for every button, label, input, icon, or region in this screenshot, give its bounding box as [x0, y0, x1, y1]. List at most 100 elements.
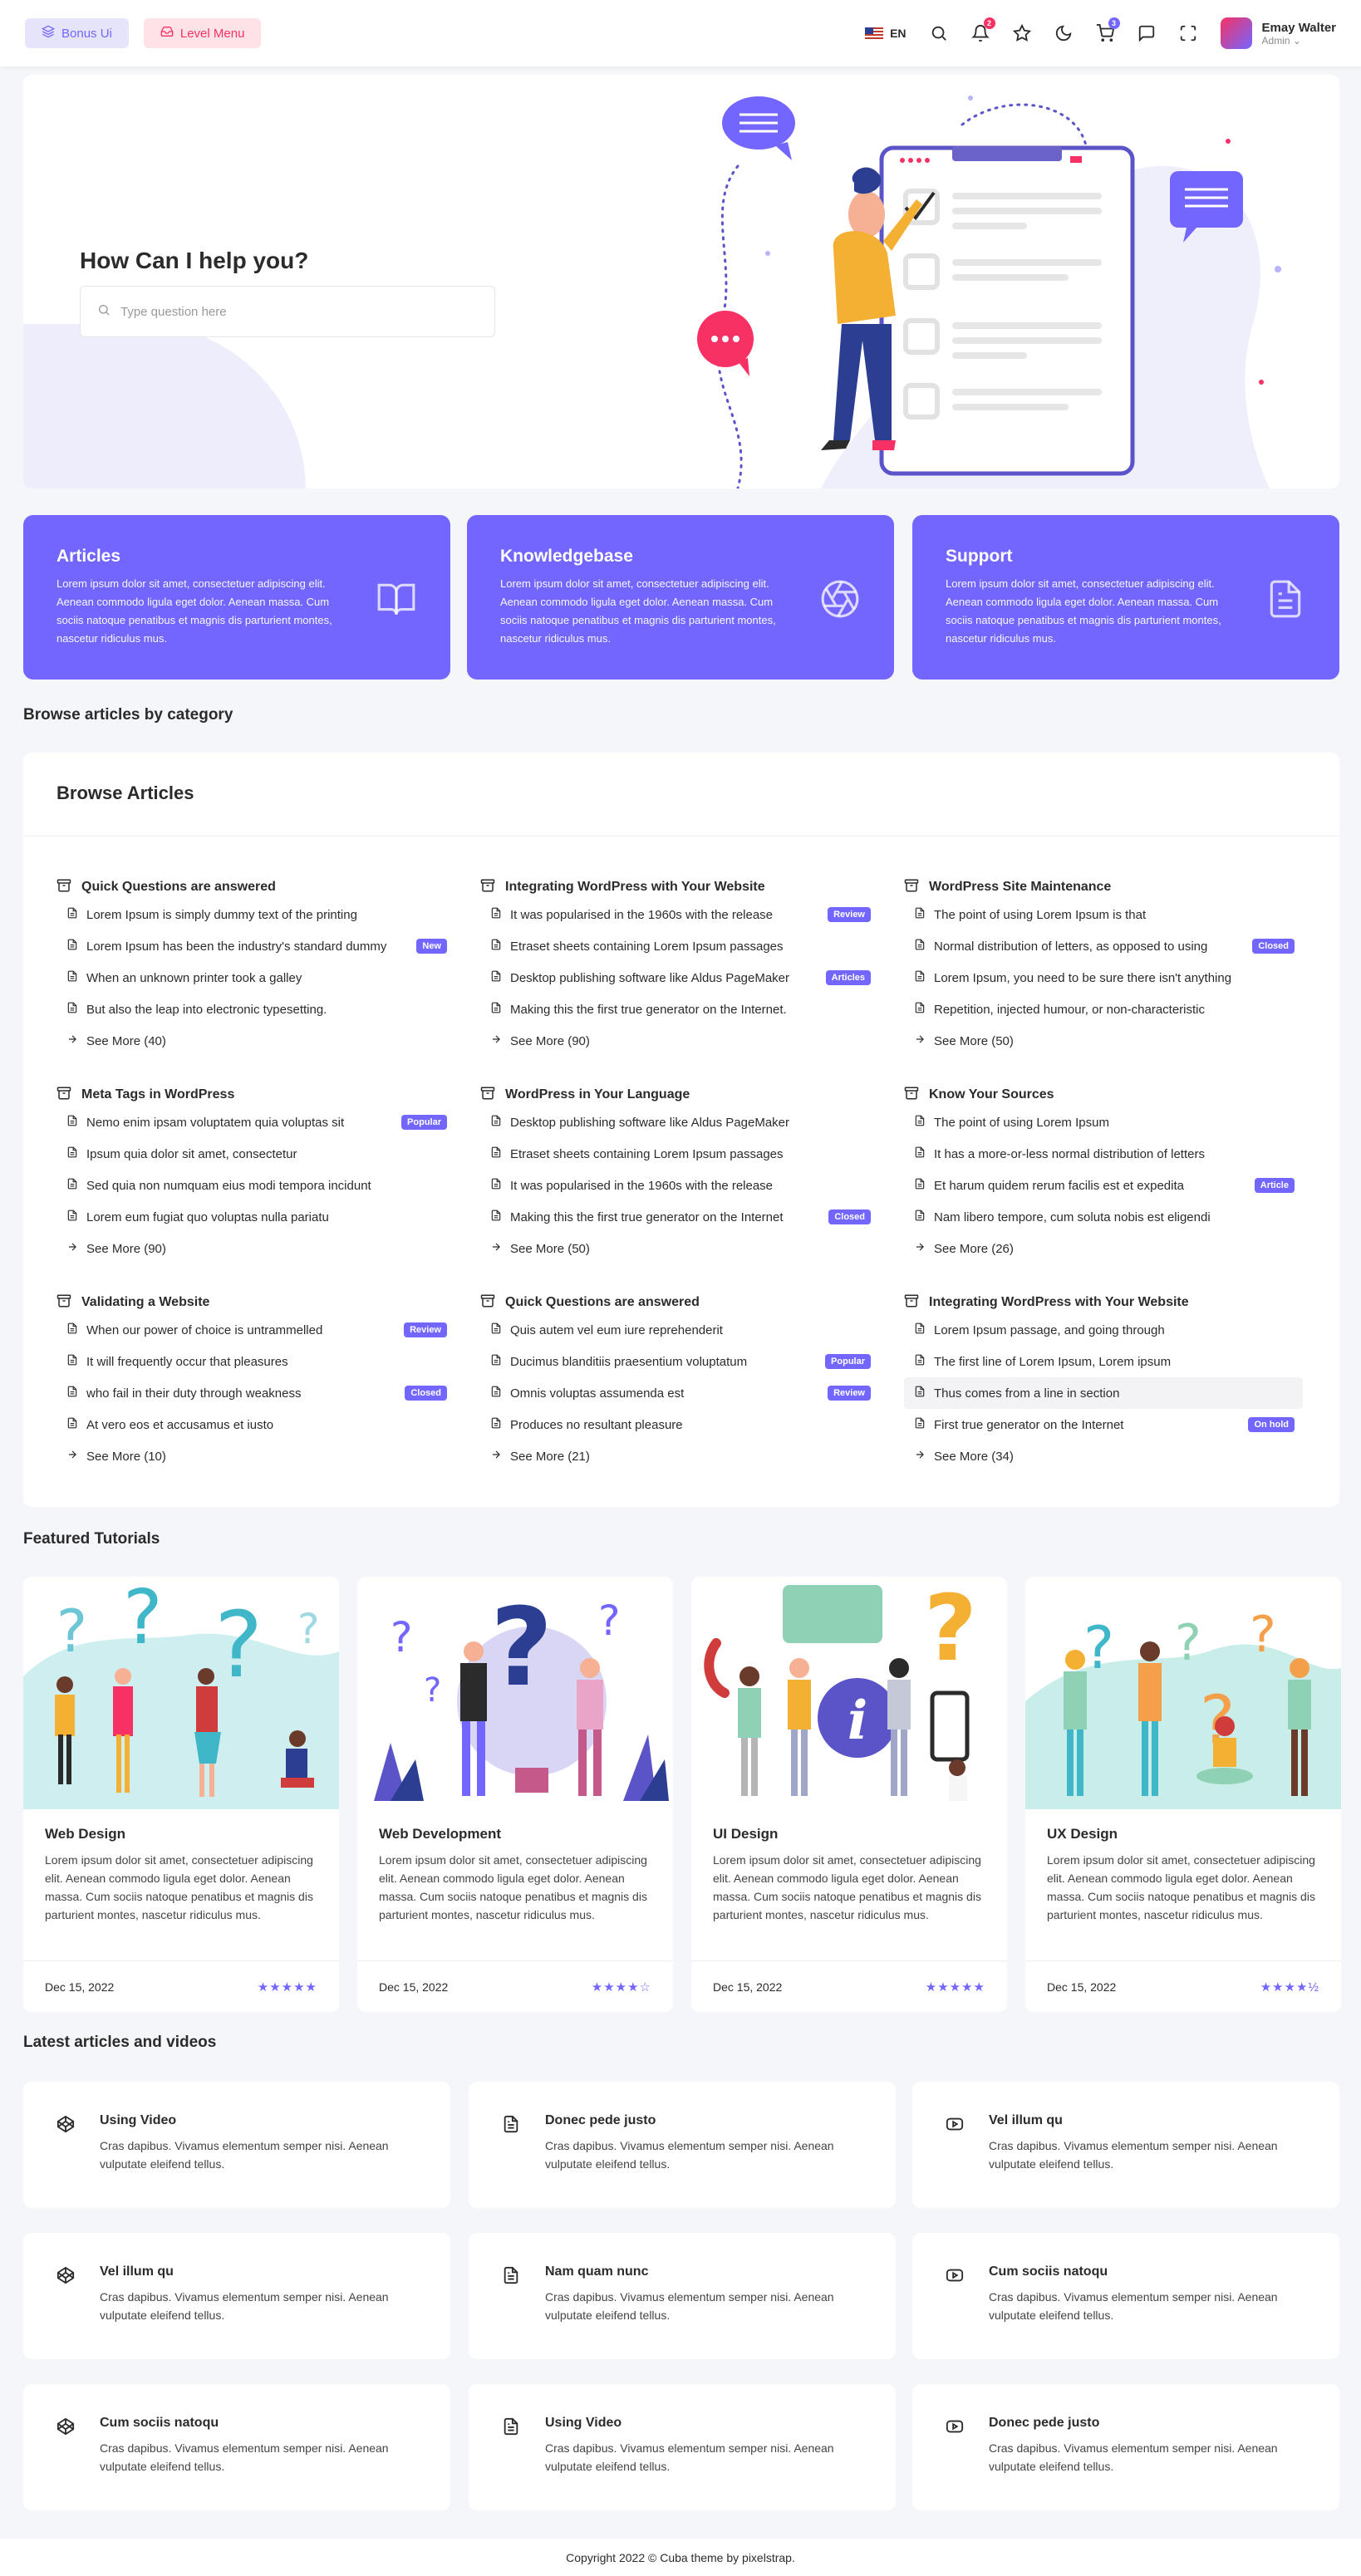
- article-link[interactable]: Lorem Ipsum passage, and going through: [904, 1314, 1303, 1346]
- question-search-input[interactable]: Type question here: [80, 286, 495, 337]
- article-link[interactable]: Ipsum quia dolor sit amet, consectetur: [57, 1138, 455, 1170]
- see-more-link[interactable]: See More (34): [904, 1440, 1303, 1472]
- article-link[interactable]: Lorem Ipsum has been the industry's stan…: [57, 930, 455, 962]
- see-more-link[interactable]: See More (90): [480, 1025, 879, 1057]
- category-title[interactable]: Integrating WordPress with Your Website: [480, 876, 879, 899]
- article-title: Normal distribution of letters, as oppos…: [934, 939, 1208, 954]
- file-icon: [914, 1322, 926, 1337]
- article-link[interactable]: Quis autem vel eum iure reprehenderit: [480, 1314, 879, 1346]
- article-link[interactable]: Ducimus blanditiis praesentium voluptatu…: [480, 1346, 879, 1377]
- archive-icon: [904, 878, 919, 897]
- article-title: Making this the first true generator on …: [510, 1002, 787, 1017]
- article-link[interactable]: But also the leap into electronic typese…: [57, 994, 455, 1025]
- see-more-link[interactable]: See More (21): [480, 1440, 879, 1472]
- category-title[interactable]: WordPress Site Maintenance: [904, 876, 1303, 899]
- category-title[interactable]: Meta Tags in WordPress: [57, 1083, 455, 1106]
- see-more-link[interactable]: See More (26): [904, 1233, 1303, 1264]
- latest-article-card[interactable]: Vel illum qu Cras dapibus. Vivamus elemen…: [912, 2082, 1339, 2208]
- star-icon[interactable]: [1012, 23, 1031, 42]
- article-link[interactable]: who fail in their duty through weakness C…: [57, 1377, 455, 1409]
- article-link[interactable]: Desktop publishing software like Aldus P…: [480, 1106, 879, 1138]
- fullscreen-icon[interactable]: [1179, 24, 1197, 42]
- bell-icon[interactable]: 2: [970, 17, 995, 42]
- see-more-link[interactable]: See More (10): [57, 1440, 455, 1472]
- see-more-link[interactable]: See More (90): [57, 1233, 455, 1264]
- article-link[interactable]: When an unknown printer took a galley: [57, 962, 455, 994]
- article-link[interactable]: Et harum quidem rerum facilis est et exp…: [904, 1170, 1303, 1201]
- arrow-right-icon: [490, 1449, 502, 1464]
- file-icon: [914, 1417, 926, 1432]
- article-link[interactable]: Thus comes from a line in section: [904, 1377, 1303, 1409]
- see-more-link[interactable]: See More (50): [904, 1025, 1303, 1057]
- article-link[interactable]: It will frequently occur that pleasures: [57, 1346, 455, 1377]
- article-link[interactable]: Omnis voluptas assumenda est Review: [480, 1377, 879, 1409]
- category-title[interactable]: Quick Questions are answered: [57, 876, 455, 899]
- latest-article-card[interactable]: Vel illum qu Cras dapibus. Vivamus elemen…: [23, 2233, 450, 2359]
- article-link[interactable]: The point of using Lorem Ipsum is that: [904, 899, 1303, 930]
- article-link[interactable]: Normal distribution of letters, as oppos…: [904, 930, 1303, 962]
- feature-card-knowledgebase[interactable]: Knowledgebase Lorem ipsum dolor sit amet…: [467, 515, 894, 680]
- language-selector[interactable]: EN: [865, 27, 907, 40]
- article-link[interactable]: First true generator on the Internet On h…: [904, 1409, 1303, 1440]
- latest-article-card[interactable]: Cum sociis natoqu Cras dapibus. Vivamus e…: [912, 2233, 1339, 2359]
- user-profile[interactable]: Emay Walter Admin ⌄: [1220, 17, 1336, 49]
- article-link[interactable]: It has a more-or-less normal distributio…: [904, 1138, 1303, 1170]
- article-link[interactable]: When our power of choice is untrammelled…: [57, 1314, 455, 1346]
- category-title[interactable]: Validating a Website: [57, 1291, 455, 1314]
- article-link[interactable]: Lorem Ipsum, you need to be sure there i…: [904, 962, 1303, 994]
- category-title[interactable]: Integrating WordPress with Your Website: [904, 1291, 1303, 1314]
- article-link[interactable]: Lorem Ipsum is simply dummy text of the …: [57, 899, 455, 930]
- latest-title: Cum sociis natoqu: [100, 2416, 219, 2430]
- moon-icon[interactable]: [1054, 24, 1073, 42]
- tutorial-card[interactable]: ? ? ? ? Web Design Lorem ipsum dolor sit…: [23, 1577, 339, 2012]
- latest-article-card[interactable]: Nam quam nunc Cras dapibus. Vivamus eleme…: [469, 2233, 896, 2359]
- article-link[interactable]: Making this the first true generator on …: [480, 994, 879, 1025]
- latest-article-card[interactable]: Donec pede justo Cras dapibus. Vivamus el…: [912, 2384, 1339, 2510]
- article-title: It has a more-or-less normal distributio…: [934, 1146, 1205, 1161]
- latest-article-card[interactable]: Donec pede justo Cras dapibus. Vivamus el…: [469, 2082, 896, 2208]
- article-tag: Review: [404, 1322, 447, 1337]
- article-link[interactable]: Lorem eum fugiat quo voluptas nulla pari…: [57, 1201, 455, 1233]
- avatar: [1220, 17, 1252, 49]
- latest-article-card[interactable]: Using Video Cras dapibus. Vivamus element…: [23, 2082, 450, 2208]
- article-link[interactable]: Sed quia non numquam eius modi tempora i…: [57, 1170, 455, 1201]
- article-link[interactable]: Etraset sheets containing Lorem Ipsum pa…: [480, 930, 879, 962]
- article-link[interactable]: Etraset sheets containing Lorem Ipsum pa…: [480, 1138, 879, 1170]
- file-icon: [66, 939, 78, 954]
- article-link[interactable]: It was popularised in the 1960s with the…: [480, 899, 879, 930]
- file-icon: [66, 970, 78, 985]
- see-more-link[interactable]: See More (50): [480, 1233, 879, 1264]
- article-link[interactable]: Nam libero tempore, cum soluta nobis est…: [904, 1201, 1303, 1233]
- article-link[interactable]: The first line of Lorem Ipsum, Lorem ips…: [904, 1346, 1303, 1377]
- category-title[interactable]: WordPress in Your Language: [480, 1083, 879, 1106]
- latest-article-card[interactable]: Using Video Cras dapibus. Vivamus element…: [469, 2384, 896, 2510]
- category-title[interactable]: Know Your Sources: [904, 1083, 1303, 1106]
- tutorial-card[interactable]: ? ? ? ? UX Design Lorem ipsum dolor sit …: [1025, 1577, 1341, 2012]
- article-link[interactable]: It was popularised in the 1960s with the…: [480, 1170, 879, 1201]
- bonus-ui-button[interactable]: Bonus Ui: [25, 18, 129, 48]
- article-link[interactable]: Making this the first true generator on …: [480, 1201, 879, 1233]
- cart-icon[interactable]: 3: [1096, 17, 1120, 42]
- see-more-link[interactable]: See More (40): [57, 1025, 455, 1057]
- latest-article-card[interactable]: Cum sociis natoqu Cras dapibus. Vivamus e…: [23, 2384, 450, 2510]
- article-link[interactable]: The point of using Lorem Ipsum: [904, 1106, 1303, 1138]
- svg-text:?: ?: [391, 1613, 413, 1661]
- category-title[interactable]: Quick Questions are answered: [480, 1291, 879, 1314]
- tutorial-date: Dec 15, 2022: [713, 1980, 783, 1994]
- article-title: When our power of choice is untrammelled: [86, 1322, 323, 1337]
- article-link[interactable]: Produces no resultant pleasure: [480, 1409, 879, 1440]
- article-link[interactable]: At vero eos et accusamus et iusto: [57, 1409, 455, 1440]
- article-title: Etraset sheets containing Lorem Ipsum pa…: [510, 1146, 784, 1161]
- article-link[interactable]: Repetition, injected humour, or non-char…: [904, 994, 1303, 1025]
- article-link[interactable]: Desktop publishing software like Aldus P…: [480, 962, 879, 994]
- latest-desc: Cras dapibus. Vivamus elementum semper n…: [545, 2290, 834, 2322]
- search-icon[interactable]: [930, 24, 948, 42]
- feature-card-support[interactable]: Support Lorem ipsum dolor sit amet, cons…: [912, 515, 1339, 680]
- level-menu-button[interactable]: Level Menu: [143, 18, 262, 48]
- tutorial-card[interactable]: ? ? ? ? Web Development Lorem ipsum dolo…: [357, 1577, 673, 2012]
- article-link[interactable]: Nemo enim ipsam voluptatem quia voluptas…: [57, 1106, 455, 1138]
- message-icon[interactable]: [1137, 24, 1156, 42]
- tutorial-card[interactable]: ? i UI Design Lorem ipsum dolor sit amet…: [691, 1577, 1007, 2012]
- article-title: Lorem Ipsum is simply dummy text of the …: [86, 907, 357, 922]
- feature-card-articles[interactable]: Articles Lorem ipsum dolor sit amet, con…: [23, 515, 450, 680]
